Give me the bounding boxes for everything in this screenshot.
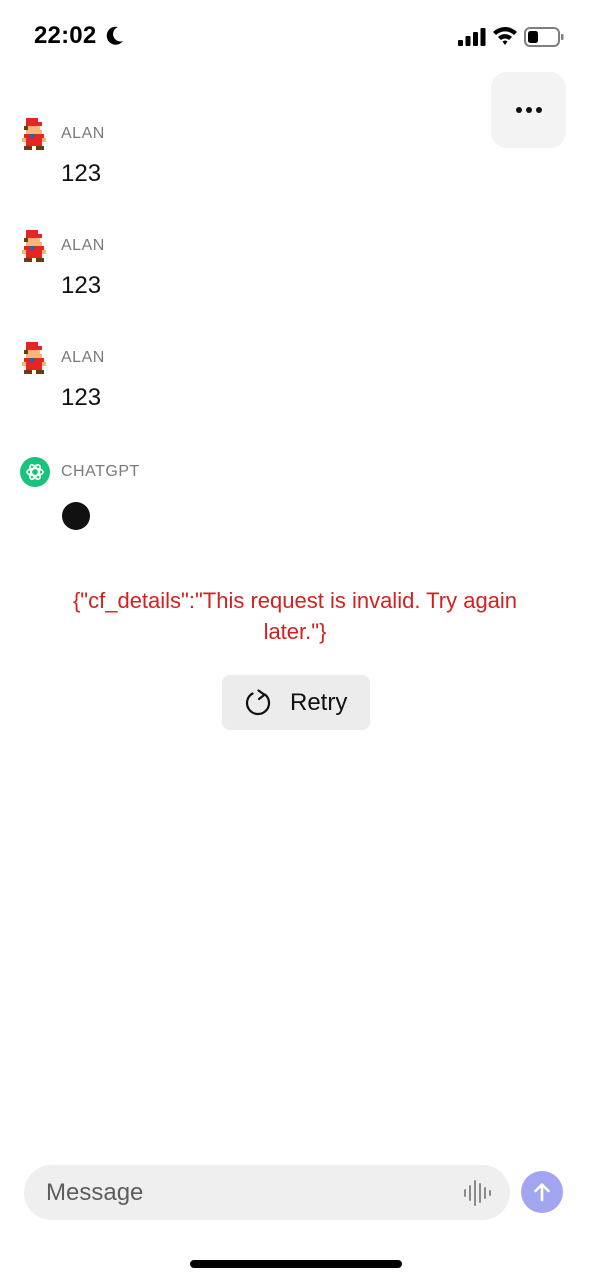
arrow-up-icon — [534, 1183, 550, 1202]
message-item: ALAN 123 — [20, 230, 560, 300]
send-button[interactable] — [521, 1171, 563, 1213]
voice-waveform-icon[interactable] — [463, 1179, 493, 1207]
battery-icon — [524, 27, 564, 47]
message-text: 123 — [61, 384, 102, 411]
message-item: CHATGPT — [20, 456, 560, 530]
ellipsis-icon — [515, 107, 522, 113]
typing-indicator — [62, 502, 90, 530]
error-message: {"cf_details":"This request is invalid. … — [72, 588, 518, 644]
message-author: CHATGPT — [61, 463, 140, 480]
status-time: 22:02 — [34, 22, 97, 49]
retry-label: Retry — [290, 688, 348, 716]
message-text: 123 — [61, 272, 102, 299]
retry-button[interactable]: Retry — [222, 675, 370, 730]
wifi-icon — [493, 27, 517, 45]
message-author: ALAN — [61, 125, 105, 142]
message-input[interactable] — [46, 1165, 446, 1220]
cellular-signal-icon — [458, 28, 486, 46]
mario-avatar — [22, 230, 46, 262]
message-author: ALAN — [61, 349, 105, 366]
message-composer — [24, 1165, 510, 1220]
mario-avatar — [22, 342, 46, 374]
message-item: ALAN 123 — [20, 118, 560, 188]
message-text: 123 — [61, 160, 102, 187]
message-author: ALAN — [61, 237, 105, 254]
moon-icon — [106, 26, 123, 45]
status-bar: 22:02 — [0, 0, 591, 72]
home-indicator[interactable] — [190, 1260, 402, 1268]
mario-avatar — [22, 118, 46, 150]
openai-logo-icon — [20, 457, 50, 487]
message-item: ALAN 123 — [20, 342, 560, 412]
retry-icon — [245, 688, 271, 715]
